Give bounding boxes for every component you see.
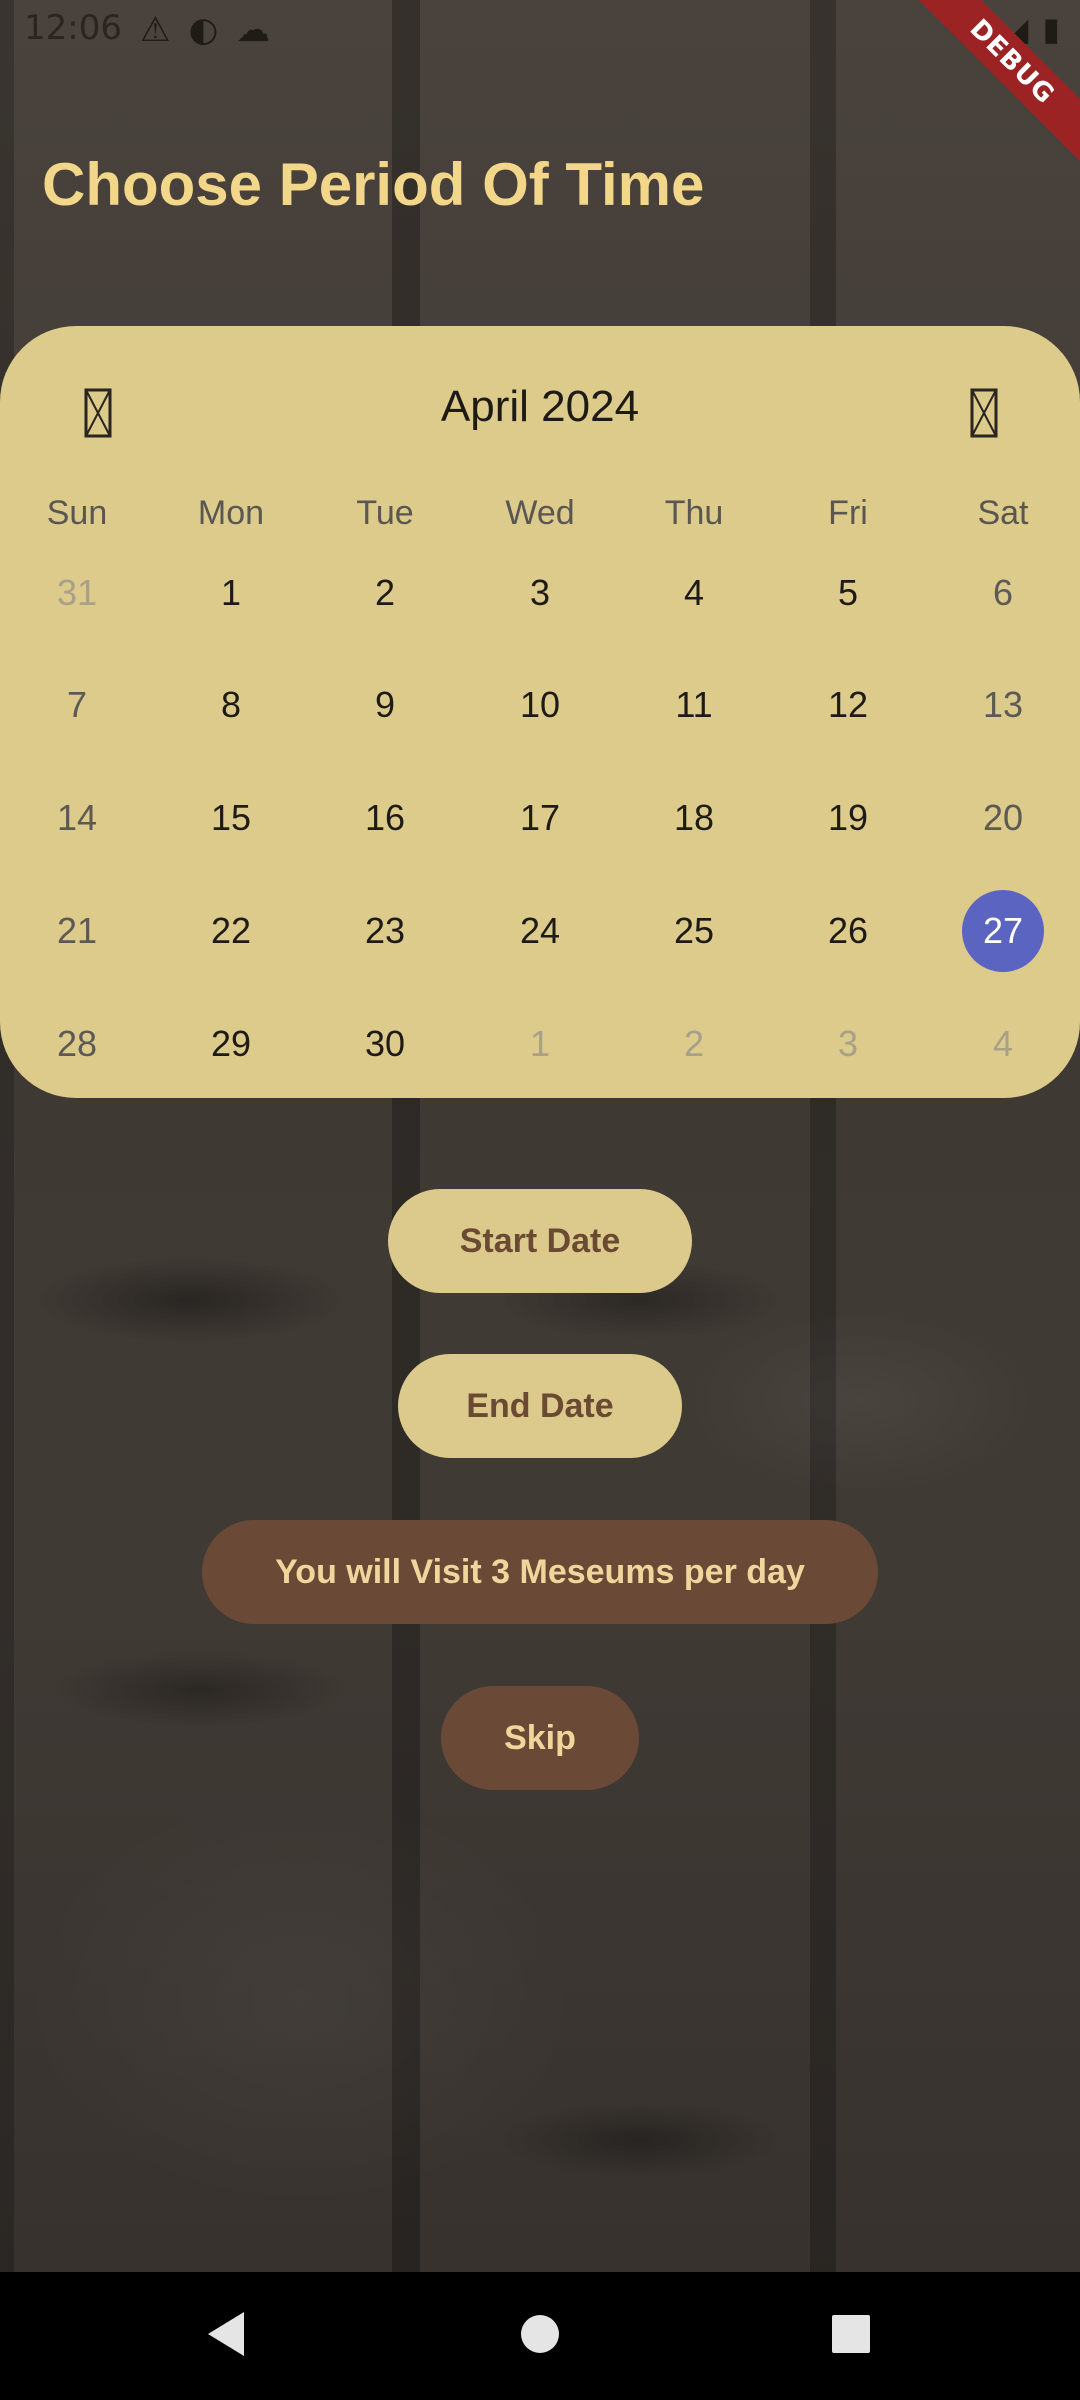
weekday-mon: Mon	[197, 494, 265, 532]
calendar-day[interactable]: 25	[653, 890, 735, 972]
calendar-day[interactable]: 26	[807, 890, 889, 972]
calendar-day-outside[interactable]: 3	[807, 1003, 889, 1085]
warning-icon: ⚠	[140, 10, 171, 50]
calendar-day[interactable]: 9	[344, 664, 426, 746]
calendar-day[interactable]: 30	[344, 1003, 426, 1085]
status-time: 12:06	[24, 8, 122, 48]
battery-icon: ▮	[1042, 10, 1060, 48]
month-title: April 2024	[440, 382, 640, 431]
skip-button[interactable]: Skip	[441, 1686, 639, 1790]
calendar-day[interactable]: 4	[653, 552, 735, 634]
end-date-button[interactable]: End Date	[398, 1354, 682, 1458]
calendar-day-outside[interactable]: 31	[36, 552, 118, 634]
calendar-day[interactable]: 1	[190, 552, 272, 634]
calendar-day-outside[interactable]: 1	[499, 1003, 581, 1085]
calendar-day[interactable]: 15	[190, 777, 272, 859]
calendar-day[interactable]: 13	[962, 664, 1044, 746]
calendar-day[interactable]: 3	[499, 552, 581, 634]
calendar: April 2024 Sun Mon Tue Wed Thu Fri Sat 31 1 2 3 4 5 6…	[0, 326, 1080, 1098]
calendar-header: April 2024	[0, 326, 1080, 496]
calendar-day-outside[interactable]: 4	[962, 1003, 1044, 1085]
weekday-thu: Thu	[664, 494, 724, 532]
calendar-day[interactable]: 29	[190, 1003, 272, 1085]
recents-icon[interactable]	[830, 2310, 872, 2358]
calendar-day[interactable]: 11	[653, 664, 735, 746]
calendar-day[interactable]: 12	[807, 664, 889, 746]
calendar-day[interactable]: 10	[499, 664, 581, 746]
calendar-day[interactable]: 14	[36, 777, 118, 859]
calendar-day[interactable]: 23	[344, 890, 426, 972]
calendar-day[interactable]: 16	[344, 777, 426, 859]
calendar-day[interactable]: 6	[962, 552, 1044, 634]
calendar-day[interactable]: 18	[653, 777, 735, 859]
calendar-day[interactable]: 19	[807, 777, 889, 859]
next-month-button[interactable]	[954, 384, 1014, 444]
visit-info-button[interactable]: You will Visit 3 Meseums per day	[202, 1520, 878, 1624]
start-date-button[interactable]: Start Date	[388, 1189, 692, 1293]
page-title: Choose Period Of Time	[42, 151, 705, 218]
status-bar: 12:06 ⚠ ◐ ☁ ▾ ◢ ▮	[0, 0, 1080, 62]
calendar-day-outside[interactable]: 2	[653, 1003, 735, 1085]
calendar-day[interactable]: 20	[962, 777, 1044, 859]
data-saver-icon: ◐	[188, 10, 219, 50]
weekday-tue: Tue	[356, 494, 414, 532]
weekday-sun: Sun	[46, 494, 108, 532]
home-icon[interactable]	[518, 2310, 562, 2358]
navigation-bar	[0, 2272, 1080, 2400]
calendar-day[interactable]: 5	[807, 552, 889, 634]
calendar-day[interactable]: 17	[499, 777, 581, 859]
calendar-day[interactable]: 28	[36, 1003, 118, 1085]
calendar-day[interactable]: 22	[190, 890, 272, 972]
calendar-day[interactable]: 8	[190, 664, 272, 746]
weekday-fri: Fri	[828, 494, 868, 532]
back-icon[interactable]	[204, 2310, 248, 2358]
weekday-wed: Wed	[505, 494, 575, 532]
cloud-icon: ☁	[236, 10, 271, 50]
calendar-day[interactable]: 27	[962, 890, 1044, 972]
calendar-day[interactable]: 2	[344, 552, 426, 634]
calendar-day[interactable]: 24	[499, 890, 581, 972]
calendar-day[interactable]: 7	[36, 664, 118, 746]
calendar-day[interactable]: 21	[36, 890, 118, 972]
weekday-sat: Sat	[977, 494, 1029, 532]
chevron-right-icon	[970, 388, 998, 437]
